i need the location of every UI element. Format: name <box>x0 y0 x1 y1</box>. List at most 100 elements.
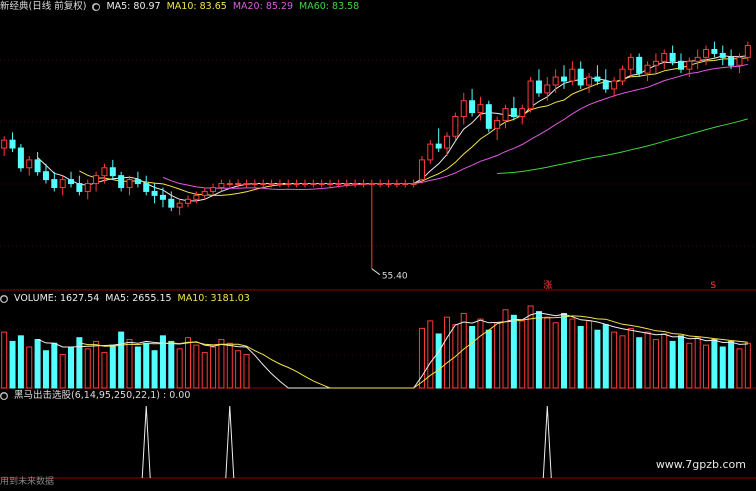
volume-ma10-readout: MA10: 3181.03 <box>177 293 250 304</box>
volume-bar <box>703 344 710 389</box>
volume-bar <box>552 322 559 389</box>
volume-settings-dot-icon[interactable]: ● <box>0 295 8 303</box>
candle-body <box>9 139 16 149</box>
stock-title: 新经典(日线 前复权) <box>0 1 87 12</box>
candle-body <box>151 190 158 196</box>
candle-body <box>235 183 242 186</box>
volume-bar <box>17 335 24 389</box>
candle-body <box>477 104 484 114</box>
candle-body <box>318 183 325 186</box>
candle-body <box>126 179 133 188</box>
volume-bar <box>627 327 634 389</box>
candle-body <box>577 68 584 86</box>
candle-body <box>544 84 551 94</box>
candle-body <box>1 139 8 149</box>
candle-body <box>335 183 342 186</box>
candle-body <box>410 183 417 186</box>
candle-body <box>535 80 542 94</box>
candle-body <box>360 183 367 186</box>
candle-body <box>569 68 576 82</box>
candle-body <box>694 56 701 62</box>
volume-bar <box>510 314 517 389</box>
footer-note: 用到未来数据 <box>0 477 55 487</box>
ma60-readout: MA60: 83.58 <box>299 1 360 12</box>
settings-dot-icon[interactable]: ● <box>92 3 101 11</box>
candle-body <box>594 76 601 82</box>
volume-bar <box>677 335 684 389</box>
candle-body <box>385 183 392 186</box>
candle-body <box>661 52 668 62</box>
candle-body <box>435 143 442 149</box>
candle-body <box>184 198 192 204</box>
candle-body <box>310 183 317 186</box>
candle-body <box>636 56 643 74</box>
candle-body <box>101 167 108 177</box>
candle-body <box>686 60 693 70</box>
candle-body <box>193 194 200 200</box>
candle-body <box>644 64 651 74</box>
candle-body <box>586 76 593 86</box>
volume-bar <box>644 331 651 389</box>
indicator-header: ● 黑马出击选股(6,14,95,250,22,1) : 0.00 <box>0 389 190 403</box>
ma60-line <box>497 118 748 174</box>
volume-bar <box>201 352 208 389</box>
volume-bar <box>109 344 116 389</box>
volume-bar <box>193 344 200 389</box>
candle-body <box>602 80 609 90</box>
candle-body <box>68 179 75 185</box>
watermark: www.7gpzb.com <box>655 458 746 471</box>
volume-bar <box>619 335 626 389</box>
low-price-label: 55.40 <box>382 272 408 282</box>
volume-bar <box>26 346 33 389</box>
chart-canvas: 55.40 涨 S <box>0 41 756 479</box>
candle-body <box>627 56 634 70</box>
candle-body <box>218 183 225 188</box>
ma20-readout: MA20: 85.29 <box>232 1 294 12</box>
signal-marker-label: 涨 <box>543 280 552 291</box>
candle-body <box>210 186 217 192</box>
volume-bar <box>184 337 192 389</box>
ma5-line <box>37 55 748 202</box>
candle-body <box>452 116 459 137</box>
volume-bar <box>519 320 526 389</box>
volume-bar <box>594 329 601 389</box>
volume-bar <box>744 342 751 389</box>
volume-bar <box>544 316 551 389</box>
indicator-signal-spike <box>225 405 235 479</box>
volume-header: ● VOLUME: 1627.54 MA5: 2655.15 MA10: 318… <box>0 292 250 306</box>
candle-body <box>736 56 743 66</box>
candle-body <box>327 183 334 186</box>
indicator-settings-dot-icon[interactable]: ● <box>0 392 8 400</box>
volume-bar <box>1 331 8 389</box>
candle-body <box>677 60 684 70</box>
candle-body <box>444 135 451 149</box>
candle-body <box>402 183 409 186</box>
volume-bar <box>9 340 16 389</box>
candle-body <box>711 48 718 54</box>
candle-body <box>728 56 735 66</box>
candle-body <box>34 159 41 173</box>
volume-bar <box>218 339 225 389</box>
candle-body <box>519 108 526 118</box>
candle-body <box>469 100 476 114</box>
volume-bar <box>652 339 659 389</box>
volume-bar <box>494 322 501 389</box>
volume-bar <box>93 340 100 389</box>
candle-body <box>134 179 141 185</box>
candle-body <box>368 183 375 186</box>
volume-bar <box>611 331 618 389</box>
candle-body <box>301 183 308 186</box>
volume-bar <box>485 329 492 389</box>
candle-body <box>243 183 250 186</box>
candle-body <box>502 108 509 121</box>
candle-body <box>84 183 91 192</box>
volume-bar <box>728 340 735 389</box>
volume-bar <box>243 353 250 389</box>
candle-body <box>159 194 166 200</box>
volume-bar <box>68 346 75 389</box>
volume-bar <box>694 337 701 389</box>
indicator-label: 黑马出击选股(6,14,95,250,22,1) : 0.00 <box>14 390 191 401</box>
volume-readout: VOLUME: 1627.54 <box>14 293 100 304</box>
volume-bar <box>226 342 233 389</box>
volume-bar <box>636 337 643 389</box>
